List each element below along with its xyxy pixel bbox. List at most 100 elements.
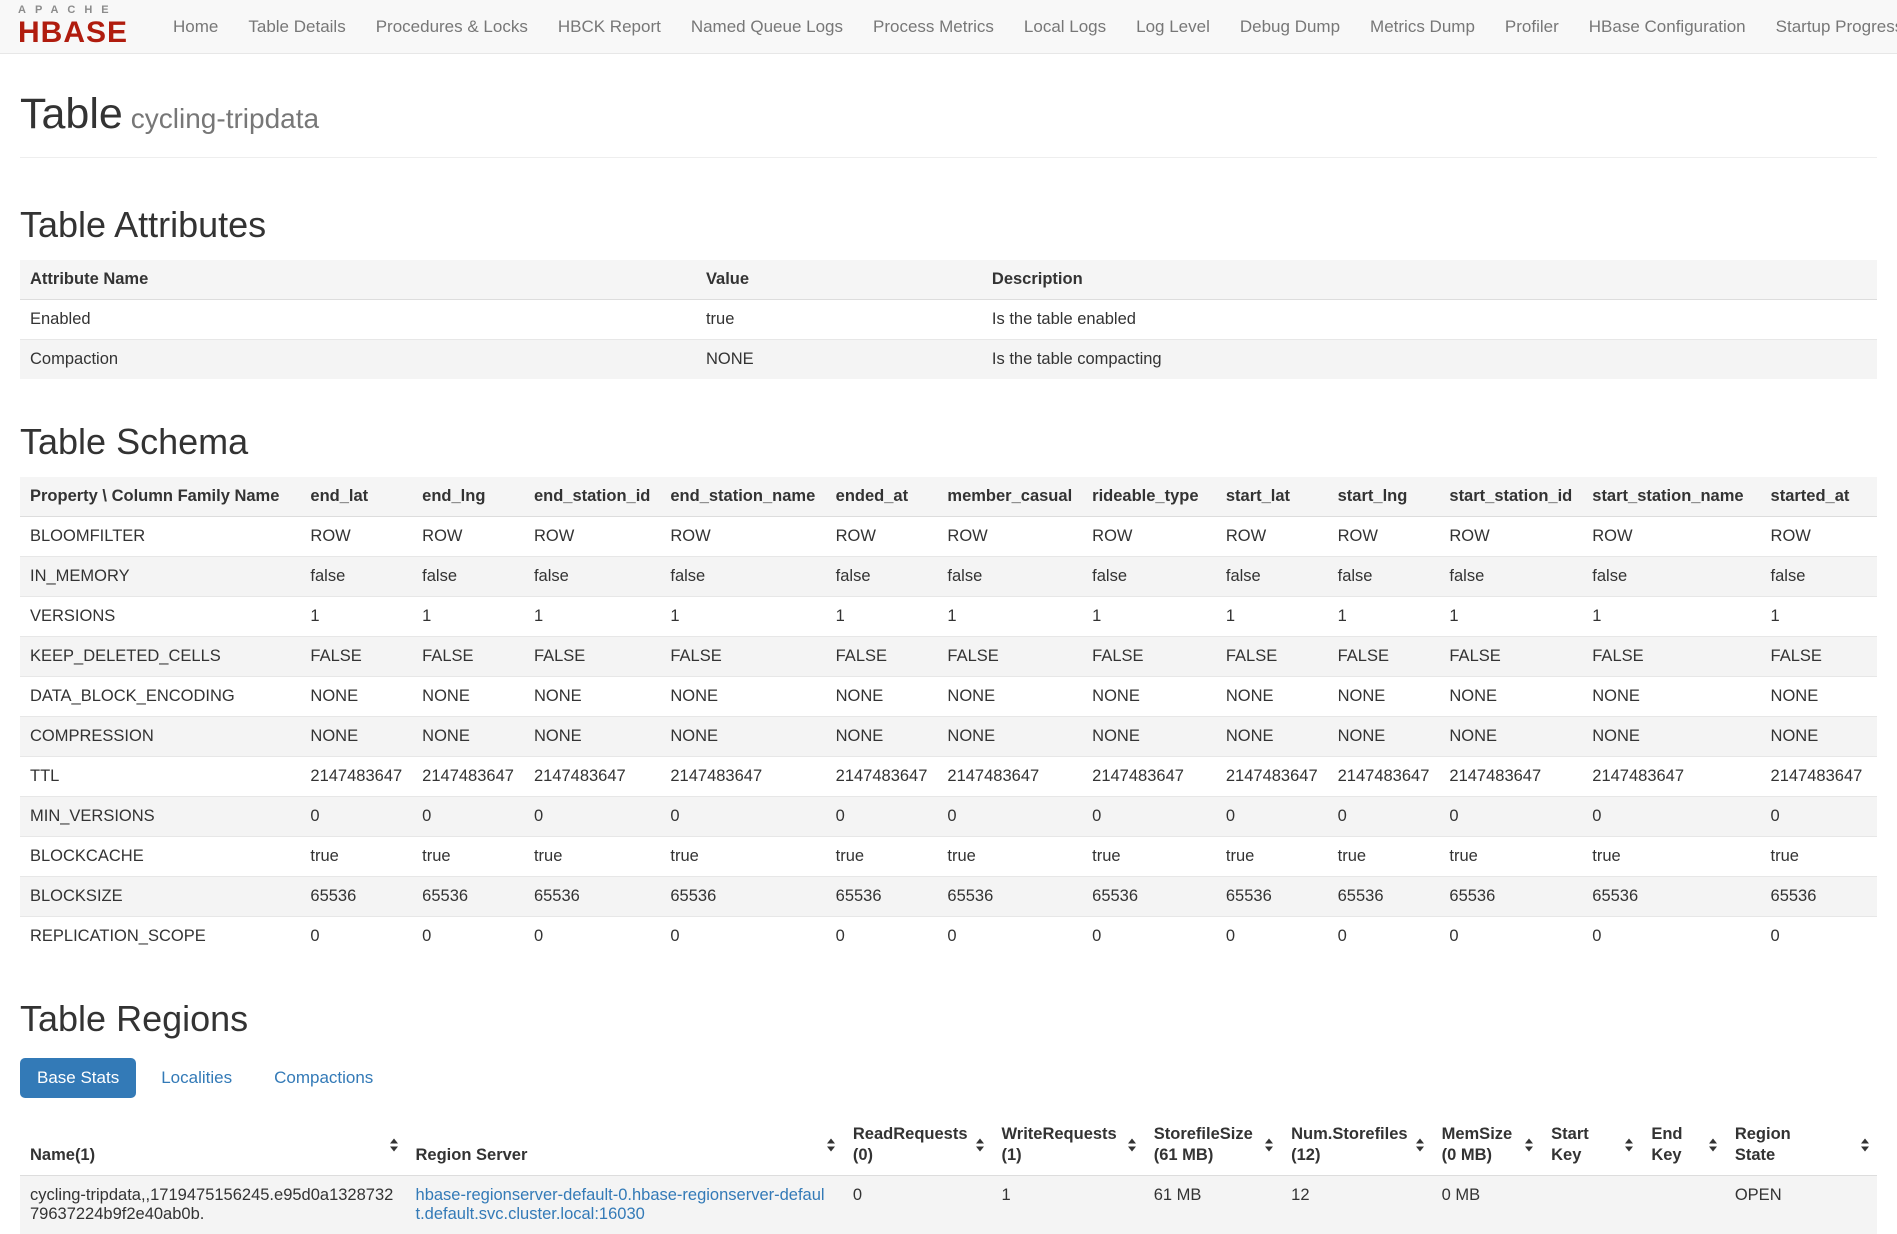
schema-cell: FALSE xyxy=(1761,637,1877,677)
schema-cell: NONE xyxy=(1328,677,1440,717)
schema-cell: ROW xyxy=(1082,517,1216,557)
sort-icon[interactable] xyxy=(976,1138,984,1151)
sort-up-arrow xyxy=(1525,1138,1533,1143)
sort-up-arrow xyxy=(390,1138,398,1143)
schema-cell: BLOCKSIZE xyxy=(20,877,300,917)
schema-cell: 2147483647 xyxy=(412,757,524,797)
attributes-column-header: Attribute Name xyxy=(20,260,696,300)
sort-down-arrow xyxy=(390,1146,398,1151)
schema-cell: 0 xyxy=(1761,797,1877,837)
nav-item-local-logs[interactable]: Local Logs xyxy=(1009,0,1121,53)
schema-column-header: start_lng xyxy=(1328,477,1440,517)
sort-icon[interactable] xyxy=(1625,1138,1633,1151)
sort-icon[interactable] xyxy=(1265,1138,1273,1151)
schema-cell: false xyxy=(660,557,825,597)
schema-cell: 2147483647 xyxy=(300,757,412,797)
sort-icon[interactable] xyxy=(1709,1138,1717,1151)
schema-cell: 65536 xyxy=(1216,877,1328,917)
schema-cell: false xyxy=(1439,557,1582,597)
schema-cell: 0 xyxy=(1761,917,1877,957)
sort-icon[interactable] xyxy=(1128,1138,1136,1151)
nav-item-home[interactable]: Home xyxy=(158,0,233,53)
attributes-cell: true xyxy=(696,300,982,340)
schema-cell: false xyxy=(300,557,412,597)
schema-cell: NONE xyxy=(660,717,825,757)
sort-up-arrow xyxy=(1861,1138,1869,1143)
schema-cell: NONE xyxy=(1216,677,1328,717)
schema-cell: 0 xyxy=(1582,797,1760,837)
schema-cell: false xyxy=(1328,557,1440,597)
page-title: Tablecycling-tripdata xyxy=(20,90,1877,139)
table-attributes-table: Attribute NameValueDescription Enabledtr… xyxy=(20,260,1877,379)
nav-item-debug-dump[interactable]: Debug Dump xyxy=(1225,0,1355,53)
hbase-logo[interactable]: APACHE HBASE xyxy=(18,5,128,48)
sort-down-arrow xyxy=(1861,1146,1869,1151)
sort-icon[interactable] xyxy=(1416,1138,1424,1151)
schema-cell: 0 xyxy=(1216,797,1328,837)
schema-cell: NONE xyxy=(412,717,524,757)
nav-item-hbase-configuration[interactable]: HBase Configuration xyxy=(1574,0,1761,53)
nav-item-hbck-report[interactable]: HBCK Report xyxy=(543,0,676,53)
nav-item-metrics-dump[interactable]: Metrics Dump xyxy=(1355,0,1490,53)
schema-cell: NONE xyxy=(300,677,412,717)
sort-icon[interactable] xyxy=(827,1138,835,1151)
regions-column-header: StartKey xyxy=(1541,1114,1641,1176)
tab-localities[interactable]: Localities xyxy=(144,1058,249,1098)
navbar-menu: HomeTable DetailsProcedures & LocksHBCK … xyxy=(158,0,1897,53)
schema-cell: NONE xyxy=(1216,717,1328,757)
region-server-link[interactable]: hbase-regionserver-default-0.hbase-regio… xyxy=(416,1186,825,1223)
schema-cell: 0 xyxy=(826,917,938,957)
schema-cell: FALSE xyxy=(1439,637,1582,677)
schema-cell: 2147483647 xyxy=(1582,757,1760,797)
schema-cell: 1 xyxy=(1582,597,1760,637)
schema-cell: 1 xyxy=(660,597,825,637)
schema-cell: FALSE xyxy=(1082,637,1216,677)
schema-cell: COMPRESSION xyxy=(20,717,300,757)
schema-cell: TTL xyxy=(20,757,300,797)
regions-column-label: Name(1) xyxy=(30,1146,95,1164)
schema-cell: 65536 xyxy=(1582,877,1760,917)
tab-compactions[interactable]: Compactions xyxy=(257,1058,390,1098)
schema-cell: FALSE xyxy=(1216,637,1328,677)
schema-cell: 1 xyxy=(1328,597,1440,637)
sort-icon[interactable] xyxy=(390,1138,398,1151)
region-write-requests-cell: 1 xyxy=(992,1176,1144,1234)
nav-item-procedures-locks[interactable]: Procedures & Locks xyxy=(361,0,543,53)
schema-cell: NONE xyxy=(1082,717,1216,757)
nav-item-named-queue-logs[interactable]: Named Queue Logs xyxy=(676,0,858,53)
schema-cell: ROW xyxy=(660,517,825,557)
sort-icon[interactable] xyxy=(1861,1138,1869,1151)
schema-column-header: start_station_id xyxy=(1439,477,1582,517)
tab-base-stats[interactable]: Base Stats xyxy=(20,1058,136,1098)
schema-cell: BLOOMFILTER xyxy=(20,517,300,557)
regions-column-header: Num.Storefiles(12) xyxy=(1281,1114,1431,1176)
schema-cell: true xyxy=(1761,837,1877,877)
schema-cell: 0 xyxy=(1328,917,1440,957)
nav-item-profiler[interactable]: Profiler xyxy=(1490,0,1574,53)
schema-cell: 1 xyxy=(1082,597,1216,637)
schema-cell: ROW xyxy=(300,517,412,557)
nav-item-table-details[interactable]: Table Details xyxy=(233,0,360,53)
nav-item-log-level[interactable]: Log Level xyxy=(1121,0,1225,53)
schema-cell: 0 xyxy=(1439,917,1582,957)
sort-up-arrow xyxy=(1265,1138,1273,1143)
regions-column-header: EndKey xyxy=(1641,1114,1725,1176)
sort-down-arrow xyxy=(1265,1146,1273,1151)
nav-item-process-metrics[interactable]: Process Metrics xyxy=(858,0,1009,53)
nav-item-startup-progress[interactable]: Startup Progress xyxy=(1761,0,1897,53)
schema-row: COMPRESSIONNONENONENONENONENONENONENONEN… xyxy=(20,717,1877,757)
schema-row: MIN_VERSIONS000000000000 xyxy=(20,797,1877,837)
regions-column-header: ReadRequests(0) xyxy=(843,1114,992,1176)
schema-cell: 2147483647 xyxy=(937,757,1082,797)
sort-icon[interactable] xyxy=(1525,1138,1533,1151)
schema-cell: 2147483647 xyxy=(1439,757,1582,797)
regions-column-header: MemSize(0 MB) xyxy=(1432,1114,1542,1176)
sort-down-arrow xyxy=(976,1146,984,1151)
region-read-requests-cell: 0 xyxy=(843,1176,992,1234)
schema-column-header: ended_at xyxy=(826,477,938,517)
schema-cell: ROW xyxy=(412,517,524,557)
schema-cell: false xyxy=(1082,557,1216,597)
regions-row: cycling-tripdata,,1719475156245.e95d0a13… xyxy=(20,1176,1877,1234)
schema-cell: true xyxy=(1216,837,1328,877)
schema-column-header: end_lat xyxy=(300,477,412,517)
